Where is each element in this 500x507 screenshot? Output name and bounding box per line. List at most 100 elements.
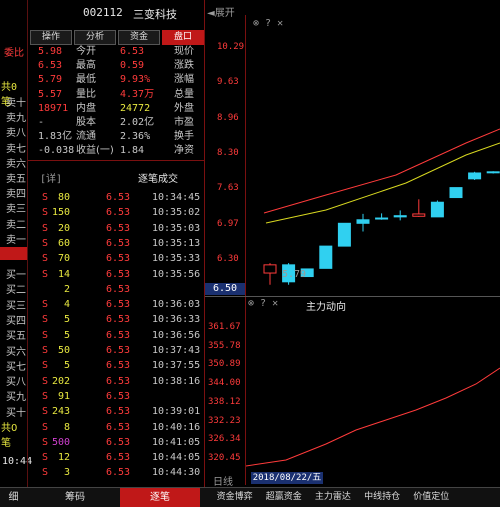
tick-direction: S: [42, 421, 49, 433]
tick-row: S 50 6.53 10:37:43: [28, 343, 204, 358]
tick-price: 6.53: [106, 406, 131, 418]
order-book-strip: 委比 共0笔 卖十 卖九 卖八 卖七 卖六 卖五 卖四 卖三 卖二 卖一 买一 买二 买三 买四 买五 买六…: [0, 0, 32, 487]
bottom-tab-3[interactable]: 中线持仓: [358, 488, 407, 507]
price-tick: 10.29: [217, 42, 245, 52]
tick-row: S 3 6.53 10:44:30: [28, 465, 204, 480]
tick-time: 10:44:30: [152, 467, 201, 479]
tick-direction: S: [42, 345, 49, 356]
quote-label-1: 市盈: [174, 117, 194, 128]
stock-header[interactable]: 002112 三变科技: [28, 0, 204, 27]
candle-body[interactable]: [375, 217, 389, 220]
quote-value-2: 1.83亿: [38, 131, 73, 143]
bottom-tab-4[interactable]: 价值定位: [407, 488, 456, 507]
tick-direction: S: [42, 360, 49, 372]
buy-level-label: 买三: [6, 300, 26, 312]
quote-value-2: 5.98: [38, 46, 63, 57]
price-tick: 9.63: [217, 77, 239, 88]
quote-row: 5.98 今开 6.53 现价: [28, 45, 204, 59]
low-price-label: 5.79: [282, 269, 307, 280]
tick-price: 6.53: [106, 436, 131, 448]
price-tick: 6.97: [217, 218, 239, 229]
candle-body[interactable]: [393, 215, 407, 218]
quote-label-2: 最高: [76, 60, 96, 72]
tab-2[interactable]: 分析: [74, 30, 116, 45]
sell-level-label: 卖六: [6, 158, 26, 170]
sell-level-label: 卖五: [6, 174, 26, 185]
bottom-tab-1[interactable]: 超赢资金: [259, 488, 308, 507]
flow-chart-title: 主力动向: [306, 302, 346, 313]
period-label[interactable]: 日线: [213, 473, 233, 488]
tick-row: S 70 6.53 10:35:33: [28, 251, 204, 266]
tick-direction: S: [42, 452, 49, 464]
tab-1[interactable]: 资金: [118, 30, 160, 45]
bottom-tab-0[interactable]: 资金博弈: [210, 488, 259, 507]
tick-row: S 500 6.53 10:41:05: [28, 435, 204, 450]
tick-time: 10:35:13: [152, 237, 201, 249]
tab-3[interactable]: 操作: [30, 30, 72, 45]
tick-row: S 60 6.53 10:35:13: [28, 236, 204, 251]
tick-row: S 91 6.53: [28, 389, 204, 404]
quote-row: 1.83亿 流通 2.36% 换手: [28, 130, 204, 144]
tick-volume: 500: [52, 436, 71, 448]
ticks-header: [详] 逐笔成交: [28, 170, 204, 185]
tick-row: S 12 6.53 10:44:05: [28, 450, 204, 465]
tick-time: 10:41:05: [152, 436, 201, 448]
tick-row: S 5 6.53 10:37:55: [28, 358, 204, 373]
tick-row: 2 6.53: [28, 282, 204, 297]
stock-code: 002112: [83, 6, 123, 19]
candle-body[interactable]: [449, 187, 463, 199]
tick-time: 10:38:16: [152, 375, 201, 387]
tick-volume: 3: [63, 467, 70, 479]
bottom-tabs-right: 资金博弈 超赢资金 主力雷达 中线持仓 价值定位: [205, 487, 500, 507]
sell-level-label: 卖九: [6, 113, 26, 125]
quote-value-1: 1.84: [120, 145, 145, 157]
flow-tick: 338.12: [208, 396, 241, 407]
tick-price: 6.53: [106, 360, 131, 372]
quote-label-1: 涨跌: [174, 60, 194, 72]
expand-button[interactable]: ◄展开: [207, 4, 235, 19]
bottom-tab-2[interactable]: 主力雷达: [308, 488, 357, 507]
tick-volume: 5: [63, 360, 70, 372]
candle-body[interactable]: [356, 219, 370, 224]
candle-body[interactable]: [412, 213, 426, 217]
tab-ticks[interactable]: 逐笔: [120, 488, 200, 507]
sell-level-label: 卖一: [6, 234, 26, 246]
tick-row: S 8 6.53 10:40:16: [28, 420, 204, 435]
quote-row: - 股本 2.02亿 市盈: [28, 116, 204, 130]
ticks-detail-link[interactable]: [详]: [40, 170, 62, 185]
sell-level-label: 卖二: [6, 219, 26, 231]
buy-level-label: 买二: [6, 285, 26, 297]
chart-bottom-icons[interactable]: ⊗ ? ✕: [248, 298, 278, 309]
candle-body[interactable]: [430, 201, 444, 218]
buy-level-label: 共0笔: [1, 423, 18, 449]
tick-volume: 4: [63, 299, 70, 311]
tick-row: S 5 6.53 10:36:33: [28, 312, 204, 327]
tick-direction: S: [42, 436, 49, 448]
flow-chart: [246, 367, 500, 467]
tick-time: 10:36:56: [152, 329, 201, 341]
tick-volume: 60: [57, 237, 70, 249]
tick-price: 6.53: [106, 467, 131, 479]
tab-0[interactable]: 盘口: [162, 30, 204, 45]
quote-label-1: 现价: [174, 46, 194, 57]
candle-body[interactable]: [337, 222, 351, 247]
candle-body[interactable]: [486, 171, 500, 174]
quote-label-1: 换手: [174, 131, 194, 143]
flow-tick: 320.45: [208, 452, 241, 463]
tick-price: 6.53: [106, 390, 131, 402]
tick-direction: S: [42, 253, 49, 265]
ticks-title: 逐笔成交: [138, 174, 178, 185]
tab-chips[interactable]: 筹码: [40, 488, 110, 507]
tick-row: S 4 6.53 10:36:03: [28, 297, 204, 312]
candle-body[interactable]: [263, 264, 277, 274]
candle-body[interactable]: [319, 245, 333, 269]
candle-body[interactable]: [468, 172, 482, 180]
quote-value-1: 0.59: [120, 60, 145, 72]
quote-value-2: 5.79: [38, 74, 63, 86]
candlestick-chart: [263, 128, 500, 285]
tab-detail[interactable]: 细: [0, 488, 27, 507]
tick-price: 6.53: [106, 283, 131, 295]
quote-row: 5.79 最低 9.93% 涨幅: [28, 73, 204, 87]
tick-time: 10:34:45: [152, 192, 201, 203]
current-price-label: 6.50: [205, 283, 245, 295]
